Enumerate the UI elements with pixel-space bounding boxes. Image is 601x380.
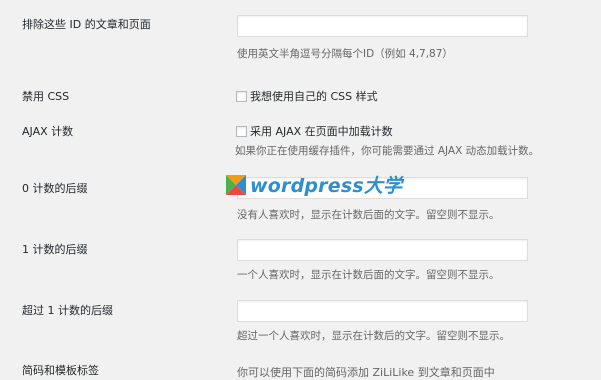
disable-css-label: 禁用 CSS (22, 90, 70, 103)
suffix-zero-description: 没有人喜欢时，显示在计数后面的文字。留空则不显示。 (237, 209, 500, 221)
suffix-one-description: 一个人喜欢时，显示在计数后面的文字。留空则不显示。 (237, 269, 500, 281)
exclude-ids-input[interactable] (237, 15, 528, 37)
suffix-zero-input[interactable] (237, 177, 528, 199)
ajax-count-label: AJAX 计数 (22, 125, 74, 138)
ajax-count-checkbox-label: 采用 AJAX 在页面中加载计数 (250, 125, 393, 138)
shortcode-description: 你可以使用下面的简码添加 ZiLiLike 到文章和页面中 (237, 366, 495, 379)
ajax-count-checkbox[interactable] (236, 125, 247, 137)
suffix-more-label: 超过 1 计数的后缀 (22, 304, 113, 317)
exclude-ids-label: 排除这些 ID 的文章和页面 (22, 18, 151, 31)
suffix-zero-label: 0 计数的后缀 (22, 182, 88, 195)
disable-css-checkbox-label: 我想使用自己的 CSS 样式 (250, 90, 378, 103)
suffix-more-input[interactable] (237, 300, 528, 322)
ajax-count-option[interactable]: 采用 AJAX 在页面中加载计数 (236, 123, 393, 139)
ajax-count-description: 如果你正在使用缓存插件，你可能需要通过 AJAX 动态加载计数。 (235, 145, 540, 157)
shortcode-label: 简码和模板标签 (22, 364, 99, 377)
suffix-one-label: 1 计数的后缀 (22, 243, 88, 256)
exclude-ids-description: 使用英文半角逗号分隔每个ID（例如 4,7,87） (237, 48, 453, 60)
suffix-one-input[interactable] (237, 239, 528, 261)
disable-css-checkbox[interactable] (236, 90, 247, 102)
suffix-more-description: 超过一个人喜欢时，显示在计数后的文字。留空则不显示。 (237, 330, 510, 342)
disable-css-option[interactable]: 我想使用自己的 CSS 样式 (236, 88, 378, 104)
